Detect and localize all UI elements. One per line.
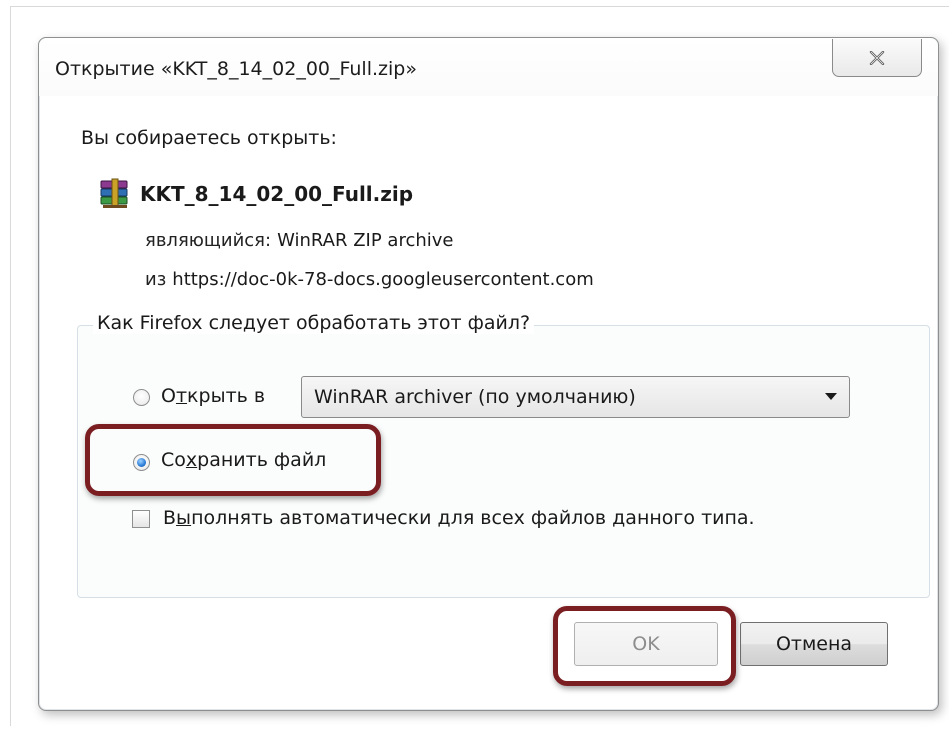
save-file-label-part2: ранить файл	[197, 449, 327, 471]
save-file-label-part1: Со	[161, 449, 186, 471]
file-type-value: WinRAR ZIP archive	[277, 230, 454, 251]
auto-action-label[interactable]: Выполнять автоматически для всех файлов …	[163, 507, 755, 529]
dialog-title: Открытие «KKT_8_14_02_00_Full.zip»	[55, 58, 417, 80]
close-button[interactable]	[832, 39, 922, 77]
dialog-content: Вы собираетесь открыть: KKT_8_14_02_00_F…	[48, 98, 930, 698]
open-with-label-part1: О	[161, 385, 176, 407]
cancel-button[interactable]: Отмена	[740, 622, 888, 666]
background-window-edge-top	[10, 6, 949, 7]
intro-label: Вы собираетесь открыть:	[81, 127, 337, 149]
open-with-radio[interactable]	[133, 389, 150, 406]
auto-action-label-part2: полнять автоматически для всех файлов да…	[191, 507, 755, 529]
winrar-archive-icon	[100, 178, 128, 208]
close-x-icon	[869, 50, 885, 65]
save-file-radio[interactable]	[133, 454, 150, 471]
background-window-edge	[10, 6, 11, 726]
action-group-legend: Как Firefox следует обработать этот файл…	[93, 312, 535, 334]
application-select[interactable]: WinRAR archiver (по умолчанию)	[301, 376, 850, 418]
download-dialog: Открытие «KKT_8_14_02_00_Full.zip» Вы со…	[38, 37, 939, 711]
title-bar: Открытие «KKT_8_14_02_00_Full.zip»	[39, 38, 938, 96]
auto-action-label-part1: В	[163, 507, 177, 529]
file-type-label: являющийся:	[145, 230, 272, 251]
file-source-label: из	[145, 269, 167, 290]
save-file-label-accesskey: х	[185, 449, 198, 471]
file-row: KKT_8_14_02_00_Full.zip	[98, 178, 413, 210]
file-name: KKT_8_14_02_00_Full.zip	[140, 182, 414, 206]
ok-button[interactable]: OK	[574, 622, 718, 666]
file-source-value: https://doc-0k-78-docs.googleusercontent…	[172, 269, 594, 290]
file-type-row: являющийся: WinRAR ZIP archive	[145, 230, 453, 251]
save-file-label[interactable]: Сохранить файл	[161, 449, 326, 471]
open-with-label-accesskey: т	[175, 385, 188, 407]
application-select-value: WinRAR archiver (по умолчанию)	[314, 386, 636, 408]
dropdown-arrow-icon	[825, 393, 837, 400]
open-with-label[interactable]: Открыть в	[161, 385, 265, 407]
open-with-label-part2: крыть в	[187, 385, 266, 407]
file-source-row: из https://doc-0k-78-docs.googleuserconte…	[145, 269, 594, 290]
auto-action-label-accesskey: ы	[176, 507, 192, 529]
auto-action-checkbox[interactable]	[132, 510, 150, 528]
